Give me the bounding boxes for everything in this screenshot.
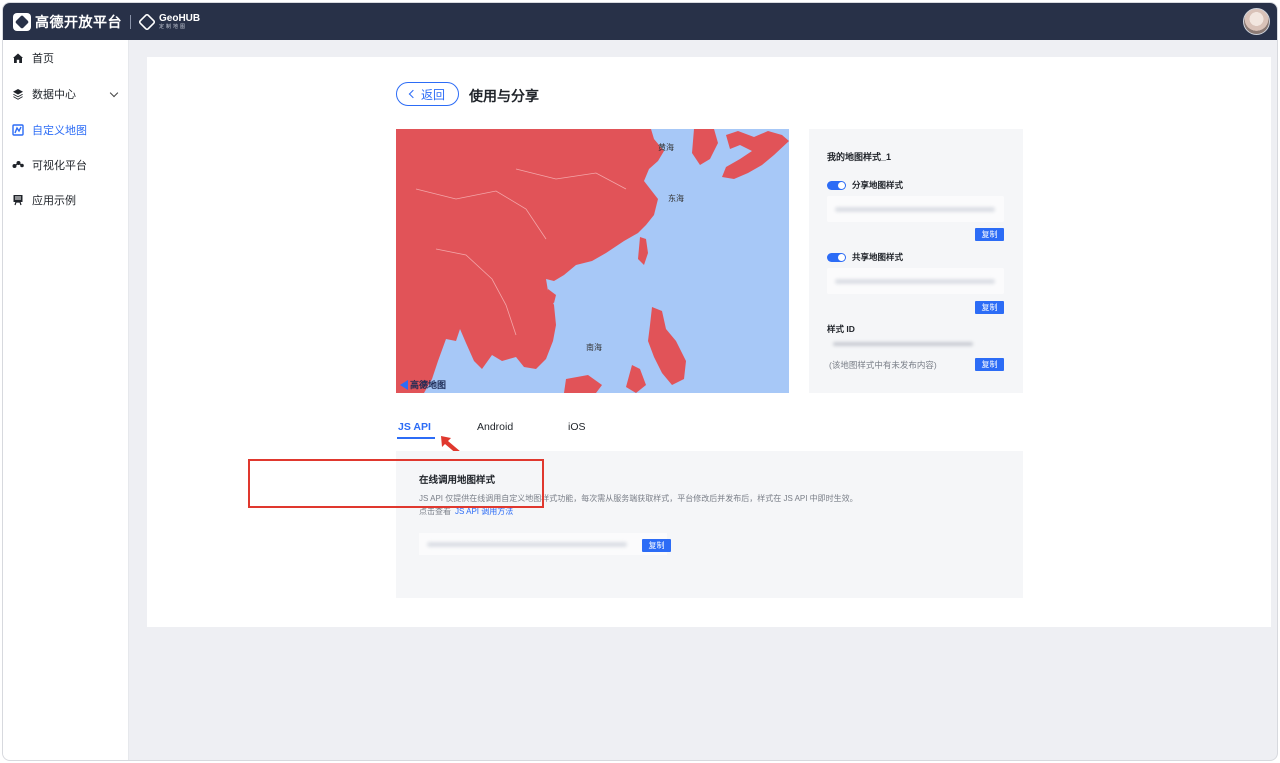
share-link-field[interactable]: [827, 196, 1004, 222]
sidebar-item-label: 数据中心: [32, 89, 76, 101]
share-style-row: 分享地图样式: [827, 179, 903, 191]
logo-divider: [130, 14, 131, 29]
amap-logo-icon: [13, 12, 31, 31]
share-style-toggle[interactable]: [827, 180, 846, 190]
chevron-left-icon: [408, 89, 418, 99]
app-example-icon: [12, 194, 24, 206]
geohub-icon: [137, 12, 157, 31]
sidebar-item-custom-map[interactable]: 自定义地图: [3, 115, 129, 145]
custom-map-icon: [12, 124, 24, 136]
style-id-label: 样式 ID: [827, 324, 855, 334]
common-link-field[interactable]: [827, 268, 1004, 294]
layers-icon: [12, 88, 24, 100]
common-style-row: 共享地图样式: [827, 251, 903, 263]
style-name: 我的地图样式_1: [827, 152, 892, 162]
sidebar-item-label: 首页: [32, 53, 54, 65]
js-api-docs-link[interactable]: JS API 调用方法: [455, 507, 513, 516]
geohub-logo[interactable]: GeoHUB 定制地图: [137, 12, 201, 31]
copy-js-api-code-button[interactable]: 复制: [642, 539, 671, 552]
sidebar: 首页 数据中心 自定义地图 可视化平台 应用示例: [3, 40, 129, 760]
sidebar-item-visualization[interactable]: 可视化平台: [3, 150, 129, 180]
map-label-east-sea: 东海: [668, 194, 684, 203]
js-api-code-field[interactable]: [419, 533, 667, 555]
avatar[interactable]: [1243, 8, 1270, 35]
share-style-label: 分享地图样式: [852, 180, 904, 190]
map-logo-text: 高德地图: [410, 380, 447, 390]
main-panel: 返回 使用与分享 黄海 东海 南海 高德地图 我的地图样式_1 分享地图样式 复…: [147, 57, 1271, 627]
sidebar-item-app-examples[interactable]: 应用示例: [3, 185, 129, 215]
geohub-title: GeoHUB: [159, 12, 201, 24]
see-prefix: 点击查看: [419, 507, 451, 516]
copy-style-id-button[interactable]: 复制: [975, 358, 1004, 371]
tab-android[interactable]: Android: [477, 421, 513, 433]
taiwan-shape: [638, 237, 648, 265]
share-link-value: [835, 207, 995, 212]
visualization-icon: [12, 159, 24, 171]
sidebar-item-label: 应用示例: [32, 195, 76, 207]
japan-shape: [722, 131, 789, 179]
philippines-shape: [648, 307, 686, 385]
map-shapes: [396, 129, 789, 393]
copy-common-link-button[interactable]: 复制: [975, 301, 1004, 314]
sidebar-item-label: 可视化平台: [32, 160, 87, 172]
korea-shape: [692, 129, 718, 165]
sidebar-item-data-center[interactable]: 数据中心: [3, 79, 129, 109]
sidebar-item-label: 自定义地图: [32, 125, 87, 137]
brand-name: 高德开放平台: [35, 13, 122, 30]
sidebar-item-home[interactable]: 首页: [3, 43, 129, 73]
island-shape: [626, 365, 646, 393]
common-style-label: 共享地图样式: [852, 252, 904, 262]
geohub-subtitle: 定制地图: [159, 23, 188, 30]
tab-ios[interactable]: iOS: [568, 421, 586, 433]
app-window: 高德开放平台 GeoHUB 定制地图 首页 数据中心 自定义地图 可视化平台 应…: [2, 2, 1278, 761]
borneo-shape: [564, 375, 602, 393]
home-icon: [12, 52, 24, 64]
style-id-value: [833, 342, 973, 346]
map-label-yellow-sea: 黄海: [658, 143, 674, 152]
map-label-south-sea: 南海: [586, 343, 602, 352]
top-bar: 高德开放平台 GeoHUB 定制地图: [3, 3, 1277, 40]
map-preview[interactable]: 黄海 东海 南海 高德地图: [396, 129, 789, 393]
highlight-annotation-box: [248, 459, 544, 508]
js-api-code-value: [427, 542, 627, 547]
back-button[interactable]: 返回: [396, 82, 459, 106]
copy-share-link-button[interactable]: 复制: [975, 228, 1004, 241]
mainland-shape: [396, 129, 664, 393]
page-title: 使用与分享: [469, 88, 539, 104]
back-label: 返回: [420, 87, 445, 102]
map-attribution-logo: 高德地图: [400, 378, 446, 391]
amap-logo[interactable]: 高德开放平台: [13, 12, 122, 32]
common-style-toggle[interactable]: [827, 252, 846, 262]
common-link-value: [835, 279, 995, 284]
active-tab-indicator: [397, 437, 435, 439]
tab-js-api[interactable]: JS API: [398, 421, 431, 433]
chevron-down-icon[interactable]: [109, 88, 119, 98]
unpublished-note: (该地图样式中有未发布内容): [829, 360, 937, 370]
amap-arrow-icon: [400, 379, 408, 390]
style-info-card: 我的地图样式_1 分享地图样式 复制 共享地图样式 复制 样式 ID (该地图样…: [809, 129, 1023, 393]
